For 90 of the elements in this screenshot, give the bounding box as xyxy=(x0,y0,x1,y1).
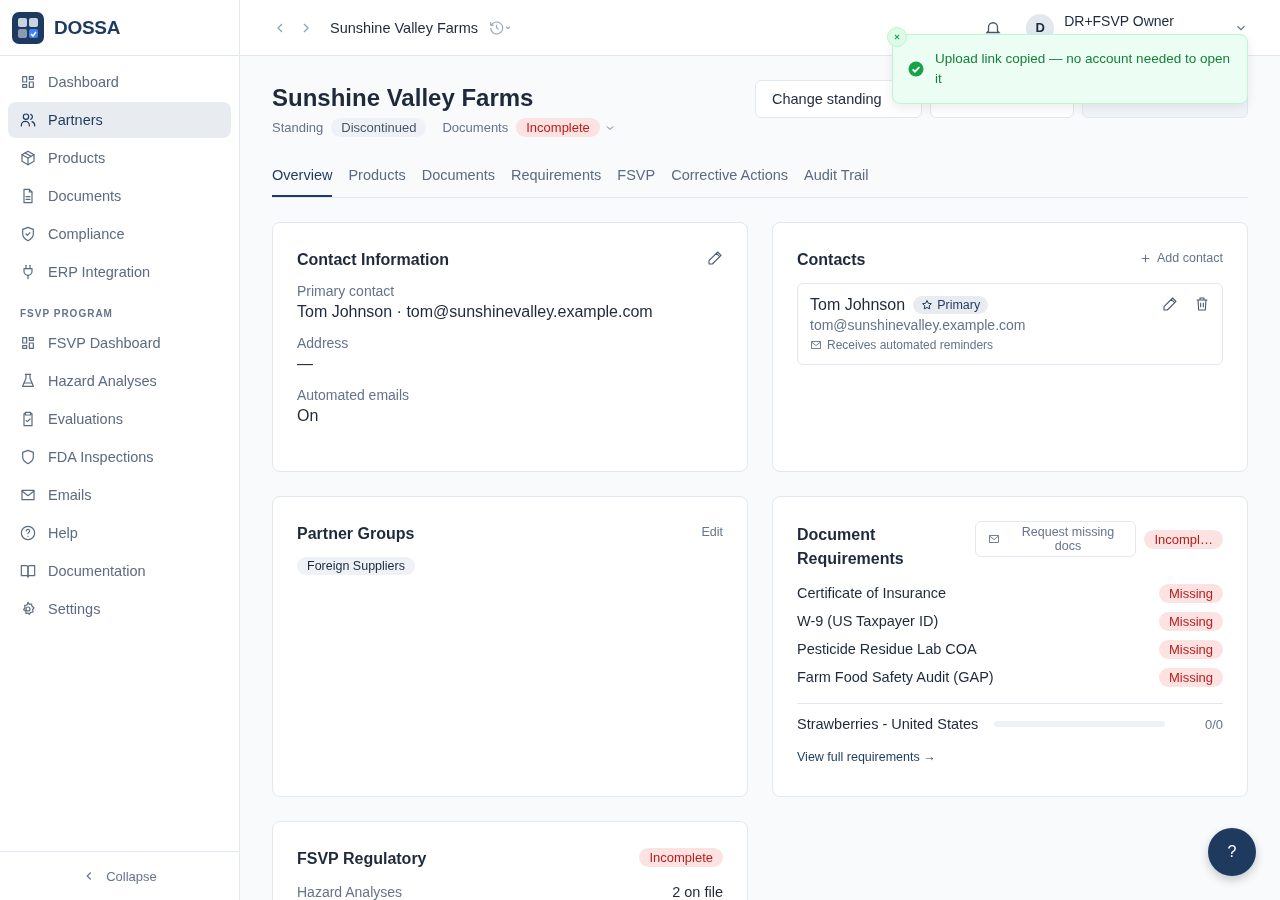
card-title: Document Requirements xyxy=(797,525,905,569)
logo-icon xyxy=(12,11,44,44)
requirement-name: Certificate of Insurance xyxy=(797,585,947,601)
card-title: Contacts xyxy=(797,251,866,269)
tab[interactable]: Corrective Actions xyxy=(671,159,788,197)
edit-link[interactable]: Edit xyxy=(701,525,723,539)
settings-icon xyxy=(20,601,36,617)
section-heading: FSVP PROGRAM xyxy=(19,307,114,321)
brand-name: DOSSA xyxy=(54,16,121,39)
cube-icon xyxy=(20,150,36,166)
field-value: — xyxy=(297,355,314,373)
trash-icon[interactable] xyxy=(1194,296,1210,312)
status-badge: Incompl… xyxy=(1144,529,1223,549)
clipboard-icon xyxy=(20,411,36,427)
field-label: Automated emails xyxy=(297,387,411,403)
pencil-icon[interactable] xyxy=(1162,296,1178,312)
breadcrumb: Sunshine Valley Farms xyxy=(330,19,479,36)
page-title: Sunshine Valley Farms xyxy=(272,84,535,112)
pencil-icon[interactable] xyxy=(707,250,723,266)
standing-badge: Discontinued xyxy=(331,118,427,137)
card-title: Contact Information xyxy=(297,251,449,269)
shield-icon xyxy=(20,226,36,242)
status-badge: Missing xyxy=(1158,639,1223,659)
requirement-name: Pesticide Residue Lab COA xyxy=(797,641,977,657)
requirement-name: Farm Food Safety Audit (GAP) xyxy=(797,669,994,685)
group-tag: Foreign Suppliers xyxy=(297,557,415,575)
envelope-icon xyxy=(20,487,36,503)
sidebar-item[interactable]: Dashboard xyxy=(8,64,231,100)
row-label: Hazard Analyses xyxy=(297,884,403,900)
sidebar-item[interactable]: Products xyxy=(8,140,231,176)
sidebar-item[interactable]: Emails xyxy=(8,477,231,513)
field-label: Address xyxy=(297,335,350,351)
collapse-button[interactable]: Collapse xyxy=(76,867,163,885)
sidebar-item[interactable]: Settings xyxy=(8,591,231,627)
sidebar-item[interactable]: Partners xyxy=(8,102,231,138)
flask-icon xyxy=(20,373,36,389)
sidebar-item[interactable]: Documentation xyxy=(8,553,231,589)
progress-count: 0/0 xyxy=(1204,716,1223,732)
sidebar-item[interactable]: Hazard Analyses xyxy=(8,363,231,399)
tab[interactable]: Overview xyxy=(272,159,333,197)
contact-email: tom@sunshinevalley.example.com xyxy=(810,317,1027,333)
field-value: Tom Johnson · tom@sunshinevalley.example.com xyxy=(297,303,654,321)
user-name: DR+FSVP Owner xyxy=(1064,12,1174,29)
field-label: Primary contact xyxy=(297,283,396,299)
sidebar-item[interactable]: FDA Inspections xyxy=(8,439,231,475)
documents-label: Documents xyxy=(442,120,509,135)
history-icon[interactable] xyxy=(488,19,513,36)
sidebar-item[interactable]: Documents xyxy=(8,178,231,214)
status-badge: Missing xyxy=(1158,667,1223,687)
shield-icon xyxy=(20,449,36,465)
tab[interactable]: Documents xyxy=(421,159,495,197)
document-icon xyxy=(20,188,36,204)
card-title: FSVP Regulatory xyxy=(297,850,427,868)
tab[interactable]: Products xyxy=(348,159,406,197)
status-badge: Incomplete xyxy=(516,118,600,137)
row-value: 2 on file xyxy=(672,884,723,900)
help-icon xyxy=(20,525,36,541)
reminder-note: Receives automated reminders xyxy=(827,338,994,352)
envelope-icon xyxy=(988,533,1001,545)
plug-icon xyxy=(20,264,36,280)
status-badge: Incomplete xyxy=(639,847,723,867)
check-circle-icon xyxy=(907,60,925,78)
grid-icon xyxy=(20,335,36,351)
book-icon xyxy=(20,563,36,579)
sidebar-item[interactable]: FSVP Dashboard xyxy=(8,325,231,361)
envelope-icon xyxy=(810,339,822,351)
status-badge: Missing xyxy=(1158,583,1223,603)
tab[interactable]: Requirements xyxy=(511,159,602,197)
sidebar-item[interactable]: Help xyxy=(8,515,231,551)
request-missing-docs-button[interactable]: Request missing docs xyxy=(975,521,1137,557)
requirement-name: W-9 (US Taxpayer ID) xyxy=(797,613,939,629)
primary-badge: Primary xyxy=(913,296,989,314)
card-title: Partner Groups xyxy=(297,525,415,543)
toast-message: Upload link copied — no account needed to open it xyxy=(935,50,1231,88)
tab[interactable]: FSVP xyxy=(617,159,656,197)
add-contact-link[interactable]: Add contact xyxy=(1139,251,1223,265)
field-value: On xyxy=(297,407,320,425)
sidebar-item[interactable]: Evaluations xyxy=(8,401,231,437)
standing-label: Standing xyxy=(272,120,324,135)
view-requirements-link[interactable]: View full requirements → xyxy=(797,750,936,764)
star-icon xyxy=(921,299,934,311)
people-icon xyxy=(20,112,36,128)
tab[interactable]: Audit Trail xyxy=(804,159,869,197)
status-badge: Missing xyxy=(1158,611,1223,631)
sidebar-item[interactable]: ERP Integration xyxy=(8,254,231,290)
grid-icon xyxy=(20,74,36,90)
product-name: Strawberries - United States xyxy=(797,716,979,732)
contact-name: Tom Johnson xyxy=(810,296,906,314)
help-button[interactable]: ? xyxy=(1208,828,1256,876)
sidebar-item[interactable]: Compliance xyxy=(8,216,231,252)
